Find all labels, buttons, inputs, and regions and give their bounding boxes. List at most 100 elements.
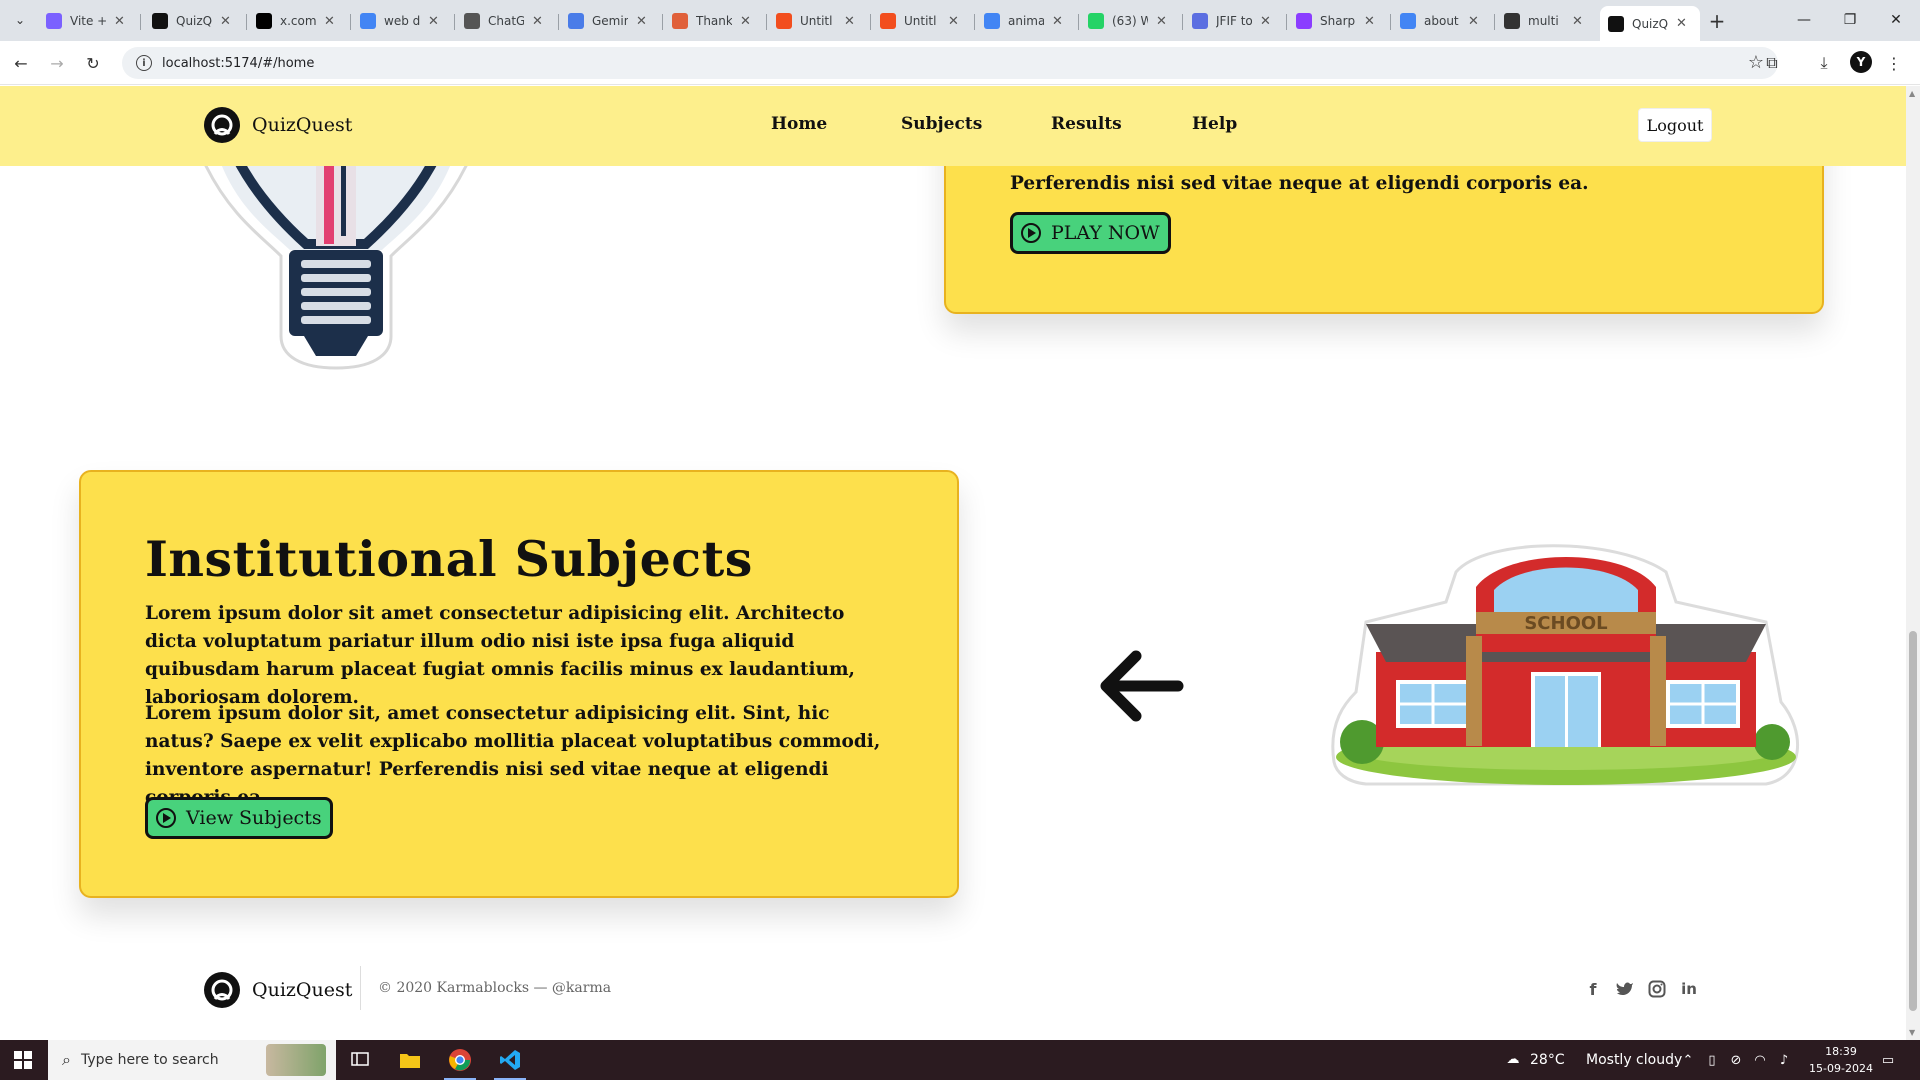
tab-favicon-icon (672, 13, 688, 29)
card-paragraph-1: Lorem ipsum dolor sit amet consectetur a… (145, 603, 855, 708)
chrome-taskbar-icon[interactable] (436, 1040, 484, 1080)
tab-separator (1494, 14, 1495, 30)
browser-tab[interactable]: Vite + ✕ (38, 6, 138, 36)
tab-close-icon[interactable]: ✕ (1364, 14, 1375, 29)
tab-close-icon[interactable]: ✕ (324, 14, 335, 29)
browser-tab[interactable]: QuizQ ✕ (1600, 6, 1700, 41)
tab-close-icon[interactable]: ✕ (1468, 14, 1479, 29)
address-bar[interactable]: i localhost:5174/#/home ☆ (122, 47, 1778, 79)
browser-tab[interactable]: x.com ✕ (248, 6, 348, 36)
tab-separator (1078, 14, 1079, 30)
browser-tab[interactable]: about ✕ (1392, 6, 1492, 36)
profile-avatar[interactable]: Y (1850, 51, 1872, 73)
quizquest-logo-icon (204, 107, 240, 143)
tab-favicon-icon (1296, 13, 1312, 29)
browser-tab[interactable]: Gemin ✕ (560, 6, 660, 36)
volume-icon[interactable]: ♪ (1774, 1050, 1794, 1070)
scroll-up-icon[interactable]: ▲ (1909, 89, 1915, 98)
view-subjects-button[interactable]: View Subjects (145, 797, 333, 839)
footer-divider (360, 966, 361, 1010)
tab-close-icon[interactable]: ✕ (636, 14, 647, 29)
tab-favicon-icon (1608, 15, 1624, 32)
weather-desc[interactable]: Mostly cloudy (1586, 1040, 1682, 1080)
browser-tab[interactable]: QuizQ ✕ (144, 6, 244, 36)
tab-close-icon[interactable]: ✕ (1676, 16, 1687, 31)
browser-tab[interactable]: multi ✕ (1496, 6, 1596, 36)
taskbar-search-box[interactable]: ⌕ Type here to search (48, 1040, 336, 1080)
school-illustration: SCHOOL (1331, 544, 1800, 786)
tray-chevron-up-icon[interactable]: ⌃ (1678, 1050, 1698, 1070)
tab-separator (454, 14, 455, 30)
tab-close-icon[interactable]: ✕ (114, 14, 125, 29)
vscode-taskbar-icon[interactable] (486, 1040, 534, 1080)
tray-device-icon[interactable]: ▯ (1702, 1050, 1722, 1070)
menu-kebab-icon[interactable]: ⋮ (1882, 51, 1906, 75)
tab-favicon-icon (360, 13, 376, 29)
taskbar-clock[interactable]: 18:39 15-09-2024 (1806, 1043, 1876, 1077)
browser-tab[interactable]: web d ✕ (352, 6, 452, 36)
browser-tab[interactable]: Untitl ✕ (872, 6, 972, 36)
page-scrollbar[interactable]: ▲ ▼ (1906, 86, 1920, 1040)
footer-brand[interactable]: QuizQuest (204, 972, 352, 1008)
close-window-icon[interactable]: ✕ (1876, 6, 1916, 34)
browser-tab[interactable]: Thank ✕ (664, 6, 764, 36)
tab-close-icon[interactable]: ✕ (1052, 14, 1063, 29)
instagram-icon[interactable] (1646, 978, 1668, 1000)
browser-tab[interactable]: (63) W ✕ (1080, 6, 1180, 36)
nav-home[interactable]: Home (771, 114, 827, 134)
browser-toolbar: ← → ↻ i localhost:5174/#/home ☆ ⧉ ⤓ ⋮ (0, 41, 1920, 85)
tray-network-off-icon[interactable]: ⊘ (1726, 1050, 1746, 1070)
browser-tab[interactable]: ChatG ✕ (456, 6, 556, 36)
site-info-icon[interactable]: i (136, 55, 152, 71)
browser-tab[interactable]: JFIF to ✕ (1184, 6, 1284, 36)
browser-tab[interactable]: Sharp ✕ (1288, 6, 1388, 36)
search-icon: ⌕ (62, 1050, 71, 1069)
tab-close-icon[interactable]: ✕ (428, 14, 439, 29)
logout-button[interactable]: Logout (1638, 108, 1712, 142)
tab-close-icon[interactable]: ✕ (1572, 14, 1583, 29)
scroll-down-icon[interactable]: ▼ (1909, 1028, 1915, 1037)
url-text[interactable]: localhost:5174/#/home (162, 56, 314, 71)
extensions-icon[interactable]: ⧉ (1760, 51, 1784, 75)
browser-tab[interactable]: anima ✕ (976, 6, 1076, 36)
new-tab-button[interactable]: + (1704, 8, 1730, 34)
tab-close-icon[interactable]: ✕ (1260, 14, 1271, 29)
task-view-icon[interactable] (336, 1040, 384, 1080)
minimize-icon[interactable]: — (1784, 6, 1824, 34)
nav-subjects[interactable]: Subjects (901, 114, 982, 134)
linkedin-icon[interactable]: in (1678, 978, 1700, 1000)
tab-close-icon[interactable]: ✕ (1156, 14, 1167, 29)
tab-favicon-icon (1400, 13, 1416, 29)
windows-taskbar: ⌕ Type here to search ☁ 28°C Mostly clou… (0, 1040, 1920, 1080)
browser-tab[interactable]: Untitl ✕ (768, 6, 868, 36)
tab-search-dropdown-icon[interactable]: ⌄ (8, 8, 32, 32)
tab-close-icon[interactable]: ✕ (948, 14, 959, 29)
restore-icon[interactable]: ❐ (1830, 6, 1870, 34)
weather-temp[interactable]: 28°C (1530, 1040, 1565, 1080)
download-icon[interactable]: ⤓ (1812, 51, 1836, 75)
tab-close-icon[interactable]: ✕ (220, 14, 231, 29)
notifications-icon[interactable]: ▭ (1878, 1050, 1898, 1070)
wifi-icon[interactable]: ◠ (1750, 1050, 1770, 1070)
weather-cloud-icon[interactable]: ☁ (1500, 1049, 1526, 1069)
facebook-icon[interactable]: f (1582, 978, 1604, 1000)
twitter-icon[interactable] (1614, 978, 1636, 1000)
tab-close-icon[interactable]: ✕ (740, 14, 751, 29)
page-viewport: Perferendis nisi sed vitae neque at elig… (0, 86, 1906, 1040)
forward-icon[interactable]: → (44, 50, 70, 76)
play-now-button[interactable]: PLAY NOW (1010, 212, 1171, 254)
brand-link[interactable]: QuizQuest (204, 107, 352, 143)
play-now-label: PLAY NOW (1051, 222, 1160, 244)
windows-start-icon[interactable] (0, 1040, 46, 1080)
nav-results[interactable]: Results (1051, 114, 1122, 134)
tab-title: (63) W (1112, 14, 1148, 28)
tab-close-icon[interactable]: ✕ (844, 14, 855, 29)
back-icon[interactable]: ← (8, 50, 34, 76)
tab-close-icon[interactable]: ✕ (532, 14, 543, 29)
footer-brand-name: QuizQuest (252, 979, 353, 1001)
scroll-thumb[interactable] (1909, 631, 1917, 1011)
file-explorer-icon[interactable] (386, 1040, 434, 1080)
reload-icon[interactable]: ↻ (80, 50, 106, 76)
institutional-subjects-card: Institutional Subjects Lorem ipsum dolor… (79, 470, 959, 898)
nav-help[interactable]: Help (1192, 114, 1237, 134)
